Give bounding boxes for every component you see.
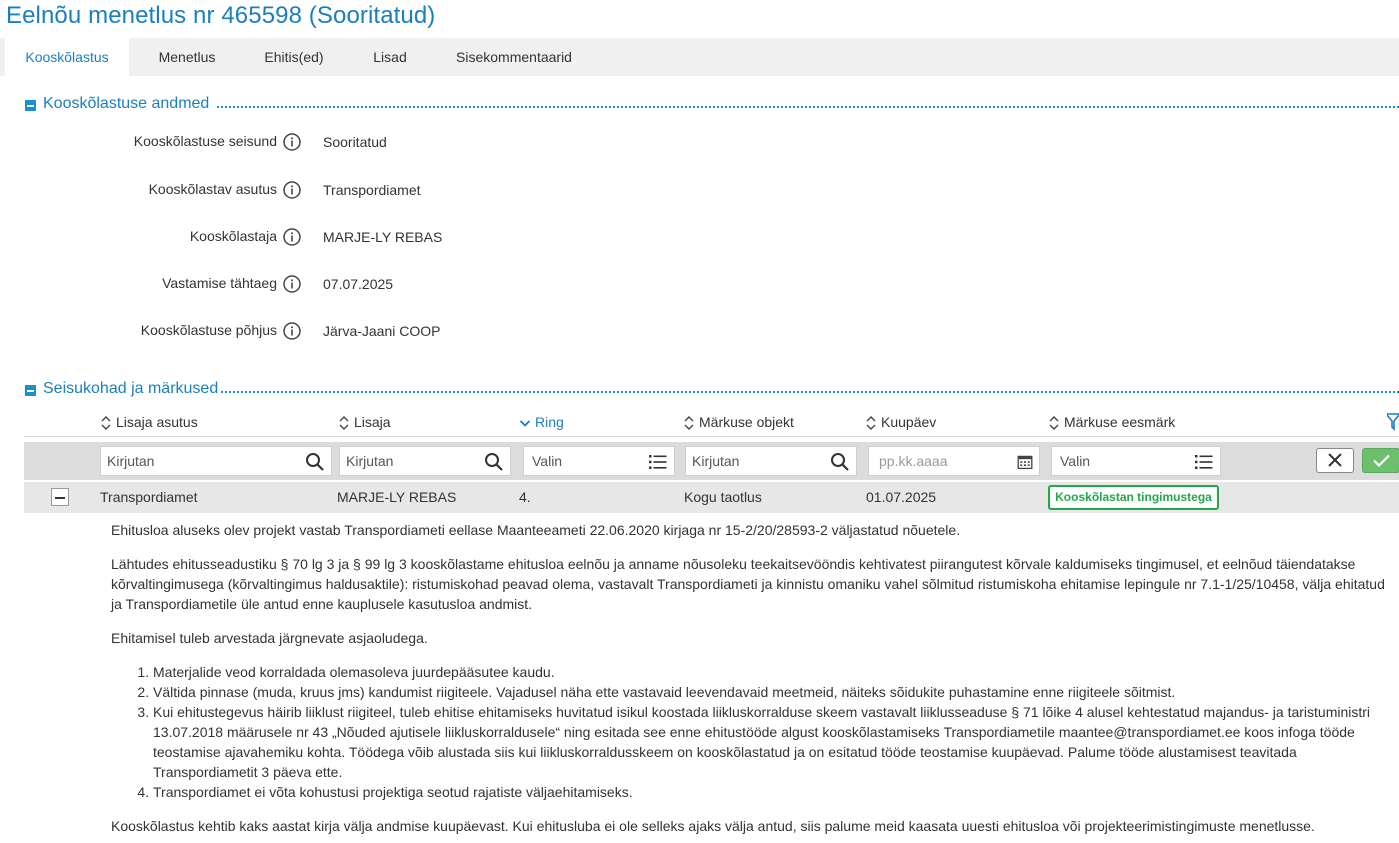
column-lisaja-asutus[interactable]: Lisaja asutus bbox=[100, 412, 198, 432]
comment-paragraph: Lähtudes ehitusseadustiku § 70 lg 3 ja §… bbox=[111, 556, 1385, 612]
close-icon bbox=[1328, 453, 1342, 467]
column-lisaja[interactable]: Lisaja bbox=[338, 412, 391, 432]
cell-asutus: Transpordiamet bbox=[100, 489, 198, 505]
field-pohjus: Kooskõlastuse põhjus Järva-Jaani COOP bbox=[0, 320, 800, 342]
field-label: Vastamise tähtaeg bbox=[162, 275, 277, 291]
apply-filters-button[interactable] bbox=[1362, 448, 1399, 473]
column-kuupaev[interactable]: Kuupäev bbox=[865, 412, 936, 432]
tab-lisad[interactable]: Lisad bbox=[356, 38, 424, 76]
column-markuse-objekt[interactable]: Märkuse objekt bbox=[683, 412, 794, 432]
tab-sisekommentaarid[interactable]: Sisekommentaarid bbox=[446, 38, 582, 76]
field-value: Sooritatud bbox=[323, 134, 387, 150]
field-label: Kooskõlastaja bbox=[189, 228, 277, 244]
calendar-icon[interactable] bbox=[1017, 454, 1033, 470]
sort-icon bbox=[1049, 416, 1059, 431]
list-icon[interactable] bbox=[648, 452, 668, 472]
field-label: Kooskõlastuse seisund bbox=[133, 133, 277, 149]
sort-icon bbox=[339, 416, 349, 431]
sort-icon bbox=[101, 416, 111, 431]
list-item: Kui ehitustegevus häirib liiklust riigit… bbox=[153, 702, 1396, 782]
section-title: Kooskõlastuse andmed bbox=[43, 95, 216, 113]
minus-icon[interactable] bbox=[51, 488, 69, 506]
filter-kuupaev-input[interactable]: pp.kk.aaaa bbox=[868, 446, 1040, 476]
list-item: Materjalide veod korraldada olemasoleva … bbox=[153, 662, 1396, 682]
comment-paragraph: Ehitusloa aluseks olev projekt vastab Tr… bbox=[111, 522, 961, 538]
tab-ehitised[interactable]: Ehitis(ed) bbox=[250, 38, 338, 76]
tab-menetlus[interactable]: Menetlus bbox=[143, 38, 231, 76]
cell-kuupaev: 01.07.2025 bbox=[866, 489, 937, 505]
search-icon[interactable] bbox=[305, 452, 325, 472]
filter-eesmark-select[interactable]: Valin bbox=[1051, 446, 1221, 476]
info-icon[interactable] bbox=[283, 133, 301, 151]
comment-paragraph: Kooskõlastus kehtib kaks aastat kirja vä… bbox=[111, 818, 1315, 834]
filter-bar: Kirjutan Kirjutan Valin Kirjutan pp.kk.a… bbox=[24, 442, 1399, 480]
filter-lisaja-asutus-input[interactable]: Kirjutan bbox=[100, 446, 332, 476]
field-value: MARJE-LY REBAS bbox=[323, 229, 443, 245]
info-icon[interactable] bbox=[283, 275, 301, 293]
tab-kooskolastus[interactable]: Kooskõlastus bbox=[5, 38, 129, 76]
column-ring[interactable]: Ring bbox=[519, 412, 564, 432]
field-asutus: Kooskõlastav asutus Transpordiamet bbox=[0, 179, 800, 201]
info-icon[interactable] bbox=[283, 181, 301, 199]
clear-filters-button[interactable] bbox=[1316, 448, 1354, 473]
field-tahtaeg: Vastamise tähtaeg 07.07.2025 bbox=[0, 273, 800, 295]
comment-body: Ehitusloa aluseks olev projekt vastab Tr… bbox=[111, 520, 1396, 843]
table-row[interactable]: Transpordiamet MARJE-LY REBAS 4. Kogu ta… bbox=[24, 482, 1399, 513]
section-seisukohad: Seisukohad ja märkused bbox=[25, 380, 1399, 400]
info-icon[interactable] bbox=[283, 322, 301, 340]
field-seisund: Kooskõlastuse seisund Sooritatud bbox=[0, 131, 800, 153]
field-value: Järva-Jaani COOP bbox=[323, 323, 441, 339]
filter-objekt-input[interactable]: Kirjutan bbox=[685, 446, 857, 476]
filter-lisaja-input[interactable]: Kirjutan bbox=[339, 446, 511, 476]
cell-ring: 4. bbox=[519, 489, 531, 505]
list-icon[interactable] bbox=[1194, 452, 1214, 472]
field-label: Kooskõlastuse põhjus bbox=[140, 322, 277, 338]
filter-ring-select[interactable]: Valin bbox=[523, 446, 675, 476]
section-title: Seisukohad ja märkused bbox=[43, 380, 225, 398]
column-markuse-eesmark[interactable]: Märkuse eesmärk bbox=[1048, 412, 1175, 432]
search-icon[interactable] bbox=[830, 452, 850, 472]
field-kooskolastaja: Kooskõlastaja MARJE-LY REBAS bbox=[0, 226, 800, 248]
check-icon bbox=[1373, 454, 1390, 468]
tab-bar: Kooskõlastus Menetlus Ehitis(ed) Lisad S… bbox=[0, 38, 1399, 76]
sort-icon bbox=[684, 416, 694, 431]
status-badge: Kooskõlastan tingimustega bbox=[1048, 485, 1219, 510]
comment-list: Materjalide veod korraldada olemasoleva … bbox=[153, 662, 1396, 802]
collapse-icon[interactable] bbox=[25, 385, 36, 396]
list-item: Vältida pinnase (muda, kruus jms) kandum… bbox=[153, 682, 1396, 702]
cell-objekt: Kogu taotlus bbox=[684, 489, 762, 505]
field-value: Transpordiamet bbox=[323, 182, 421, 198]
list-item: Transpordiamet ei võta kohustusi projekt… bbox=[153, 782, 1396, 802]
info-icon[interactable] bbox=[283, 228, 301, 246]
section-kooskolastuse-andmed: Kooskõlastuse andmed bbox=[25, 95, 1399, 115]
sort-icon bbox=[866, 416, 876, 431]
cell-lisaja: MARJE-LY REBAS bbox=[337, 489, 457, 505]
field-value: 07.07.2025 bbox=[323, 276, 394, 292]
filter-icon[interactable] bbox=[1387, 411, 1399, 431]
comment-paragraph: Ehitamisel tuleb arvestada järgnevate as… bbox=[111, 630, 428, 646]
field-label: Kooskõlastav asutus bbox=[148, 181, 277, 197]
page-title: Eelnõu menetlus nr 465598 (Sooritatud) bbox=[6, 2, 436, 29]
search-icon[interactable] bbox=[484, 452, 504, 472]
collapse-icon[interactable] bbox=[25, 100, 36, 111]
sort-desc-icon bbox=[519, 420, 531, 428]
